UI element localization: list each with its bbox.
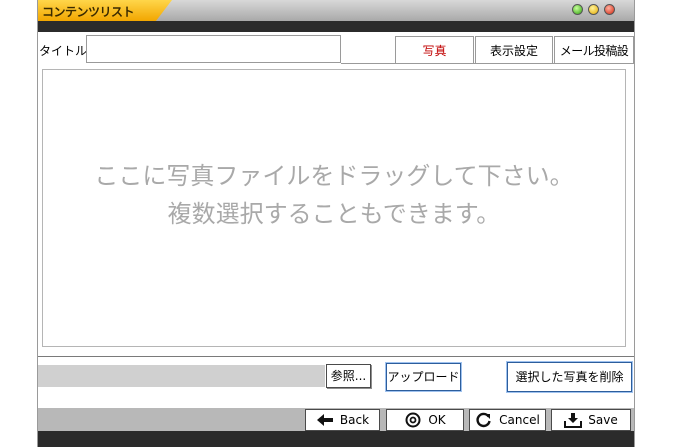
refresh-icon bbox=[475, 412, 493, 428]
tab-display-settings[interactable]: 表示設定 bbox=[475, 36, 553, 64]
tab-photo[interactable]: 写真 bbox=[395, 36, 474, 64]
ok-label: OK bbox=[428, 413, 446, 427]
title-input[interactable] bbox=[86, 35, 341, 63]
close-button[interactable] bbox=[604, 4, 615, 15]
title-label: タイトル: bbox=[39, 44, 92, 58]
drop-hint-line2: 複数選択することもできます。 bbox=[167, 200, 501, 228]
save-button[interactable]: Save bbox=[551, 409, 631, 431]
tab-mail-post-settings[interactable]: メール投稿設定 bbox=[554, 36, 634, 86]
save-label: Save bbox=[588, 413, 618, 427]
drop-hint-line1: ここに写真ファイルをドラッグして下さい。 bbox=[94, 162, 574, 190]
back-label: Back bbox=[339, 413, 370, 427]
maximize-button[interactable] bbox=[588, 4, 599, 15]
ok-circle-icon bbox=[404, 412, 422, 428]
bottom-strip bbox=[38, 431, 634, 447]
tab-divider bbox=[341, 63, 634, 64]
browse-button[interactable]: 参照... bbox=[326, 364, 371, 388]
photo-drop-zone[interactable]: ここに写真ファイルをドラッグして下さい。 複数選択することもできます。 bbox=[42, 69, 626, 347]
cancel-label: Cancel bbox=[499, 413, 540, 427]
minimize-button[interactable] bbox=[572, 4, 583, 15]
arrow-left-icon bbox=[316, 412, 334, 428]
content-list-window: コンテンツリスト タイトル: 写真 表示設定 メール投稿設定 ここに写真ファイル… bbox=[37, 0, 635, 447]
file-path-field[interactable] bbox=[38, 365, 325, 387]
delete-selected-photos-button[interactable]: 選択した写真を削除 bbox=[507, 362, 632, 392]
back-button[interactable]: Back bbox=[305, 409, 380, 431]
title-divider bbox=[38, 21, 634, 32]
save-tray-icon bbox=[564, 412, 583, 428]
upload-button[interactable]: アップロード bbox=[386, 363, 461, 391]
divider bbox=[38, 356, 634, 357]
ok-button[interactable]: OK bbox=[386, 409, 464, 431]
window-title: コンテンツリスト bbox=[42, 5, 135, 19]
title-bar[interactable]: コンテンツリスト bbox=[38, 0, 634, 21]
cancel-button[interactable]: Cancel bbox=[469, 409, 546, 431]
